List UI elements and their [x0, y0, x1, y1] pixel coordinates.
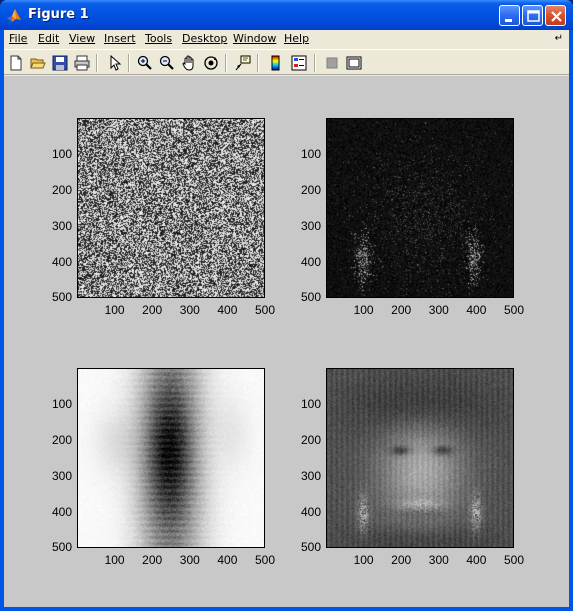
blob-image: [78, 369, 264, 547]
x-tick-label: 500: [503, 303, 525, 317]
x-tick-label: 100: [353, 303, 374, 317]
menu-help[interactable]: Help: [284, 32, 309, 45]
zoom-in-icon[interactable]: [135, 53, 155, 73]
window-title: Figure 1: [28, 7, 89, 22]
menu-file[interactable]: File: [9, 32, 27, 45]
y-tick-label: 300: [51, 219, 72, 233]
figure-toolbar: [4, 49, 569, 75]
menu-insert[interactable]: Insert: [104, 32, 136, 45]
y-tick-label: 300: [300, 469, 321, 483]
x-tick-label: 500: [254, 303, 276, 317]
y-tick-label: 300: [51, 469, 72, 483]
toolbar-separator: [96, 54, 98, 72]
x-tick-label: 300: [179, 553, 200, 567]
x-tick-label: 400: [217, 303, 238, 317]
minimize-button[interactable]: [499, 5, 520, 26]
data-cursor-icon[interactable]: [233, 53, 253, 73]
open-file-icon[interactable]: [28, 53, 48, 73]
zoom-out-icon[interactable]: [157, 53, 177, 73]
save-icon[interactable]: [50, 53, 70, 73]
toolbar-separator: [225, 54, 227, 72]
rotate-3d-icon[interactable]: [201, 53, 221, 73]
maximize-button[interactable]: [522, 5, 543, 26]
edit-plot-arrow-icon[interactable]: [105, 53, 125, 73]
figure-canvas: 100 200 300 400 500 100 200 300 400 500 100 200 300 4…: [4, 76, 569, 607]
matlab-logo-icon: [6, 7, 22, 23]
noise-image: [78, 119, 264, 297]
menu-window-label: Window: [233, 32, 277, 45]
y-tick-label: 200: [300, 433, 321, 447]
y-tick-label: 200: [300, 183, 321, 197]
print-icon[interactable]: [72, 53, 92, 73]
y-tick-label: 500: [300, 540, 321, 554]
menu-tools-label: Tools: [145, 32, 173, 45]
menu-insert-label: Insert: [104, 32, 136, 45]
x-tick-label: 300: [179, 303, 200, 317]
menu-bar: File Edit View Insert Tools Desktop Wind…: [4, 30, 569, 49]
y-tick-label: 500: [300, 290, 321, 304]
x-tick-label: 200: [142, 303, 163, 317]
menu-tools[interactable]: Tools: [145, 32, 172, 45]
x-tick-label: 200: [391, 303, 412, 317]
menu-edit[interactable]: Edit: [38, 32, 59, 45]
y-tick-label: 200: [51, 183, 72, 197]
y-tick-label: 400: [300, 505, 321, 519]
axes-top-left[interactable]: [77, 118, 265, 298]
x-tick-label: 200: [391, 553, 412, 567]
axes-top-right[interactable]: [326, 118, 514, 298]
toolbar-separator: [257, 54, 259, 72]
dock-arrow-icon[interactable]: ↵: [555, 33, 563, 44]
window-client-area: File Edit View Insert Tools Desktop Wind…: [4, 30, 569, 607]
x-tick-label: 400: [466, 303, 487, 317]
x-tick-label: 100: [104, 303, 125, 317]
y-tick-label: 400: [51, 505, 72, 519]
menu-desktop[interactable]: Desktop: [182, 32, 227, 45]
close-button[interactable]: [545, 5, 566, 26]
axes-bottom-right[interactable]: [326, 368, 514, 548]
dark-face-image: [327, 119, 513, 297]
new-figure-icon[interactable]: [6, 53, 26, 73]
face-image: [327, 369, 513, 547]
y-tick-label: 400: [300, 255, 321, 269]
x-tick-label: 300: [428, 303, 449, 317]
y-tick-label: 100: [300, 147, 321, 161]
toolbar-separator: [314, 54, 316, 72]
y-tick-label: 100: [300, 397, 321, 411]
insert-colorbar-icon[interactable]: [266, 53, 286, 73]
menu-view[interactable]: View: [69, 32, 95, 45]
menu-edit-label: Edit: [38, 32, 60, 45]
x-tick-label: 100: [104, 553, 125, 567]
axes-bottom-left[interactable]: [77, 368, 265, 548]
menu-file-label: File: [9, 32, 28, 45]
x-tick-label: 200: [142, 553, 163, 567]
menu-desktop-label: Desktop: [182, 32, 228, 45]
toolbar-separator: [128, 54, 130, 72]
menu-help-label: Help: [284, 32, 310, 45]
show-plot-tools-icon[interactable]: [344, 53, 364, 73]
menu-window[interactable]: Window: [233, 32, 276, 45]
title-bar[interactable]: Figure 1: [0, 0, 573, 30]
y-tick-label: 500: [51, 540, 72, 554]
x-tick-label: 400: [217, 553, 238, 567]
figure-window: Figure 1 File Edit View Insert Tools Des…: [0, 0, 573, 611]
y-tick-label: 300: [300, 219, 321, 233]
y-tick-label: 100: [51, 397, 72, 411]
menu-view-label: View: [69, 32, 96, 45]
x-tick-label: 500: [503, 553, 525, 567]
pan-hand-icon[interactable]: [179, 53, 199, 73]
y-tick-label: 100: [51, 147, 72, 161]
y-tick-label: 200: [51, 433, 72, 447]
x-tick-label: 400: [466, 553, 487, 567]
y-tick-label: 500: [51, 290, 72, 304]
x-tick-label: 100: [353, 553, 374, 567]
x-tick-label: 500: [254, 553, 276, 567]
insert-legend-icon[interactable]: [289, 53, 309, 73]
y-tick-label: 400: [51, 255, 72, 269]
x-tick-label: 300: [428, 553, 449, 567]
hide-plot-tools-icon[interactable]: [322, 53, 342, 73]
